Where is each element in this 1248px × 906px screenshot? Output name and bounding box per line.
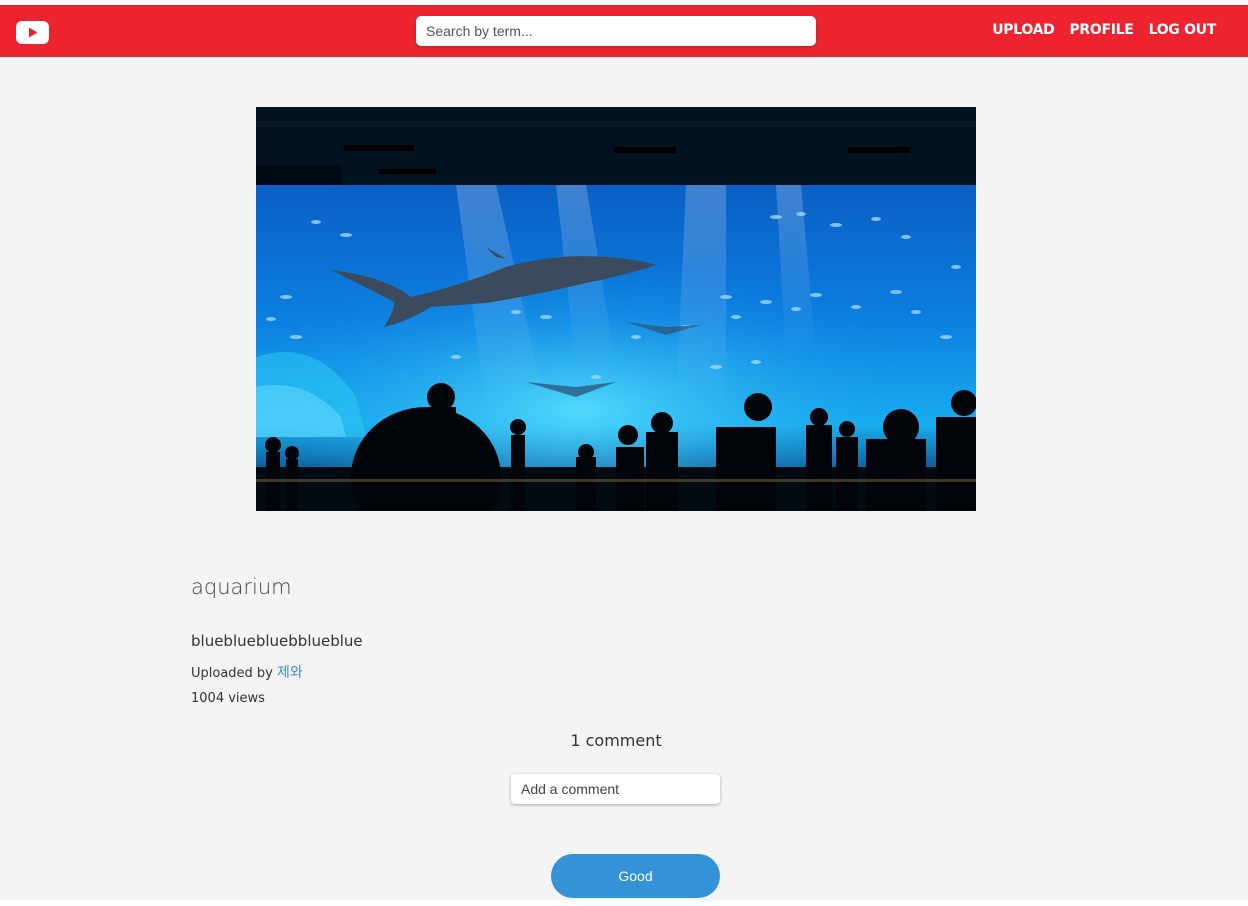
video-title: aquarium xyxy=(191,575,292,599)
uploader-link[interactable]: 제와 xyxy=(277,665,303,681)
video-description: bluebluebluebblueblue xyxy=(191,632,363,650)
youtube-play-icon[interactable] xyxy=(16,21,49,44)
uploaded-by-label: Uploaded by xyxy=(191,666,273,681)
profile-link[interactable]: PROFILE xyxy=(1069,22,1133,38)
comment-input[interactable] xyxy=(511,774,720,804)
search-input[interactable] xyxy=(416,16,816,46)
logout-link[interactable]: LOG OUT xyxy=(1149,22,1217,38)
view-count: 1004 views xyxy=(191,691,265,706)
comment-count: 1 comment xyxy=(570,731,662,750)
submit-comment-button[interactable]: Good xyxy=(551,854,720,898)
video-thumbnail xyxy=(256,107,976,511)
window-bottom-edge xyxy=(0,900,1248,906)
video-player[interactable] xyxy=(256,107,976,511)
header-nav: UPLOAD PROFILE LOG OUT xyxy=(992,22,1216,38)
uploader-line: Uploaded by 제와 xyxy=(191,662,303,682)
top-navbar: UPLOAD PROFILE LOG OUT xyxy=(0,5,1248,57)
upload-link[interactable]: UPLOAD xyxy=(992,22,1055,38)
